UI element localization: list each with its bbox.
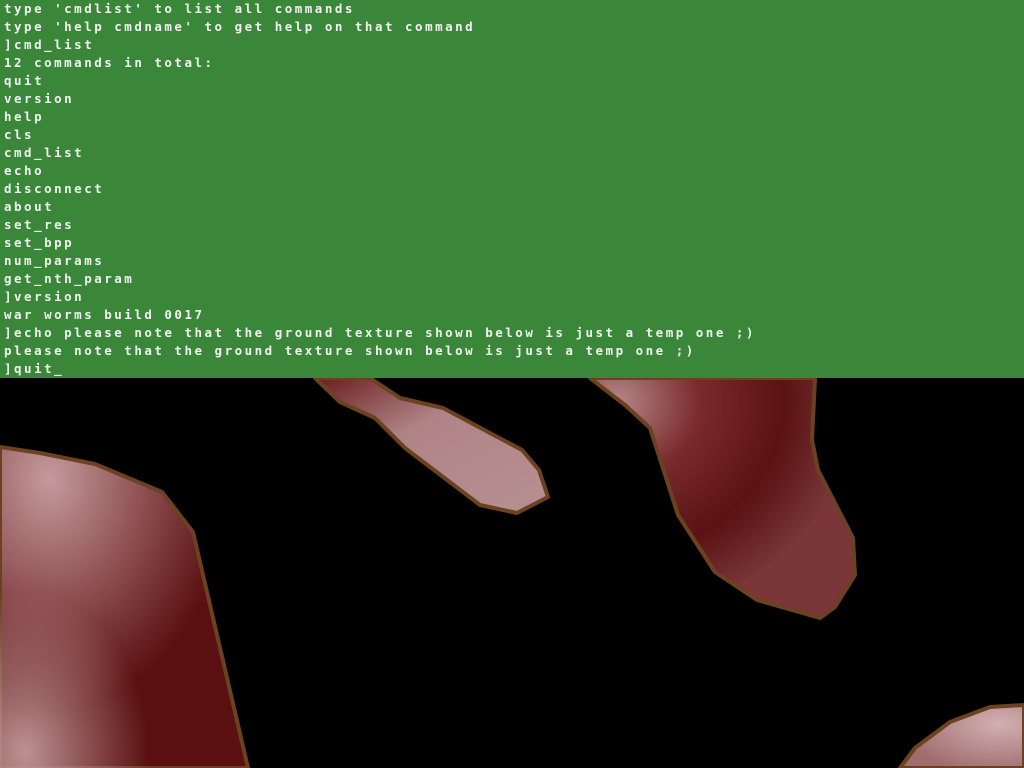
console-line: cmd_list xyxy=(4,145,85,160)
console-line: get_nth_param xyxy=(4,271,135,286)
console-line: type 'help cmdname' to get help on that … xyxy=(4,19,476,34)
console-line: num_params xyxy=(4,253,105,268)
console-line: echo xyxy=(4,163,45,178)
terrain-corner xyxy=(898,703,1024,768)
console-panel: type 'cmdlist' to list all commands type… xyxy=(0,0,1024,378)
console-line: type 'cmdlist' to list all commands xyxy=(4,1,355,16)
console-line: version xyxy=(4,91,75,106)
console-line: ]echo please note that the ground textur… xyxy=(4,325,756,340)
console-line: quit xyxy=(4,73,45,88)
console-line: disconnect xyxy=(4,181,105,196)
console-line: war worms build 0017 xyxy=(4,307,205,322)
console-line: cls xyxy=(4,127,35,142)
prompt-symbol: ] xyxy=(4,361,15,376)
console-line: please note that the ground texture show… xyxy=(4,343,696,358)
console-line: about xyxy=(4,199,55,214)
console-line: set_res xyxy=(4,217,75,232)
console-input[interactable]: quit xyxy=(14,361,54,376)
console-line: ]cmd_list xyxy=(4,37,95,52)
console-line: 12 commands in total: xyxy=(4,55,215,70)
terrain-right xyxy=(588,376,857,620)
console-line: ]version xyxy=(4,289,85,304)
console-output: type 'cmdlist' to list all commands type… xyxy=(4,0,756,378)
console-line: set_bpp xyxy=(4,235,75,250)
terrain-left xyxy=(0,445,250,768)
terrain-arm xyxy=(313,376,550,515)
game-screen: type 'cmdlist' to list all commands type… xyxy=(0,0,1024,768)
console-prompt-line[interactable]: ]quit_ xyxy=(4,360,756,378)
text-cursor: _ xyxy=(54,361,65,376)
console-line: help xyxy=(4,109,45,124)
